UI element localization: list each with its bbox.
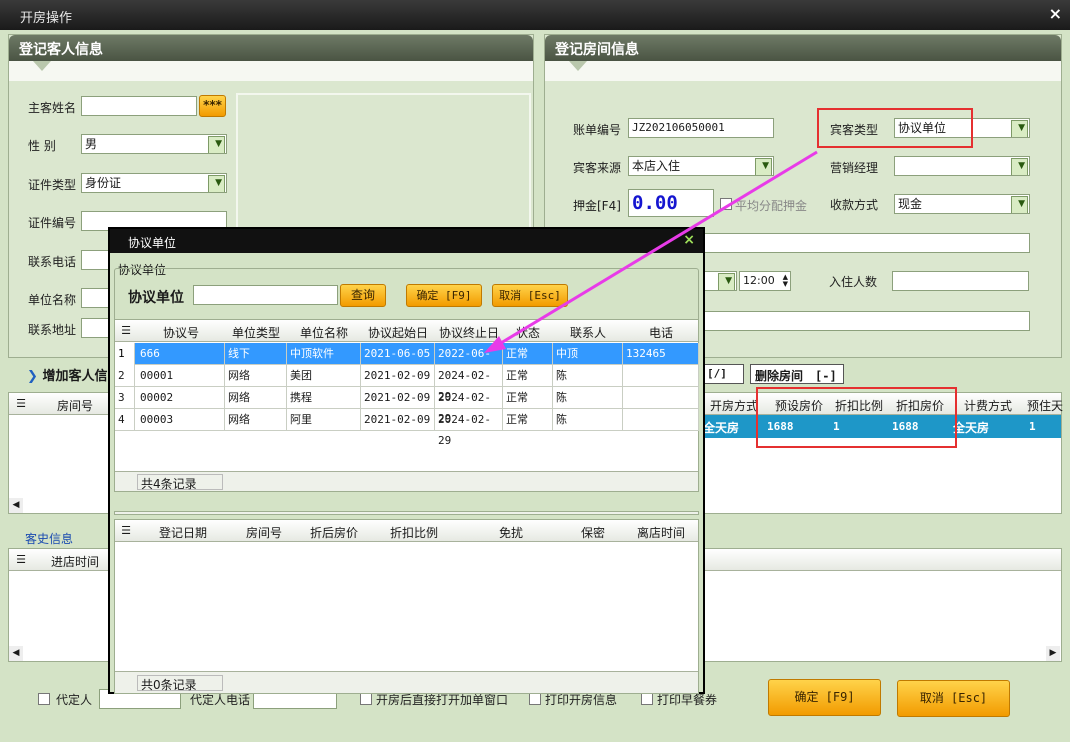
chevron-down-icon: ▼ <box>1018 161 1025 171</box>
chevron-down-icon: ▼ <box>725 276 732 286</box>
chevron-down-icon: ▼ <box>1018 123 1025 133</box>
chevron-down-icon: ▼ <box>215 139 222 149</box>
annotation-arrow <box>484 150 818 353</box>
chevron-down-icon: ▼ <box>215 178 222 188</box>
chevron-down-icon: ▼ <box>1018 199 1025 209</box>
chevron-down-icon: ▼ <box>762 161 769 171</box>
